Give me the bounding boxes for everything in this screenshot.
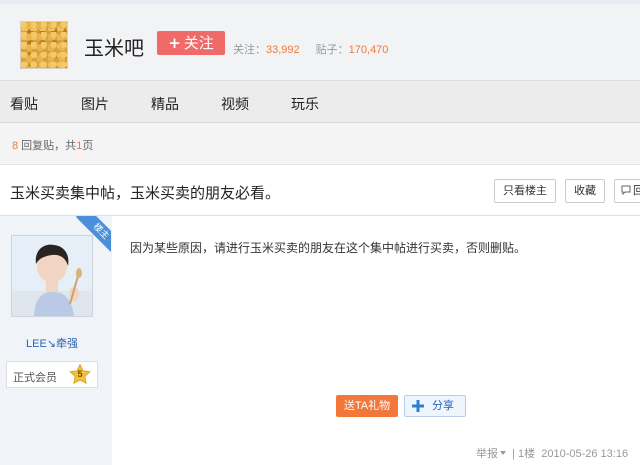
owner-badge: 楼主: [71, 216, 111, 256]
post-content: 因为某些原因，请进行玉米买卖的朋友在这个集中帖进行买卖，否则删贴。: [130, 241, 527, 255]
thread-title-bar: 玉米买卖集中帖，玉米买卖的朋友必看。 只看楼主 收藏 回: [0, 164, 640, 216]
post-footer: 举报 | 1楼 2010-05-26 13:16: [476, 448, 629, 460]
forum-logo[interactable]: [20, 21, 68, 69]
plus-icon: +: [168, 34, 181, 52]
reply-label: 回: [633, 185, 640, 197]
favorite-button[interactable]: 收藏: [565, 179, 605, 203]
reply-summary: 8 回复贴，共1页: [12, 140, 94, 152]
only-owner-button[interactable]: 只看楼主: [494, 179, 556, 203]
nav-item-fun[interactable]: 玩乐: [291, 94, 319, 114]
level-number: 5: [77, 369, 83, 379]
forum-nav: 看贴 图片 精品 视频 玩乐: [0, 80, 640, 123]
posts-count: 170,470: [348, 44, 389, 56]
nav-item-posts[interactable]: 看贴: [10, 94, 38, 114]
posts-label: 贴子：: [315, 44, 349, 56]
owner-badge-label: 楼主: [75, 216, 111, 256]
followers-count: 33,992: [266, 44, 300, 56]
author-name[interactable]: LEE↘牵强: [0, 335, 104, 351]
report-link[interactable]: 举报: [476, 448, 509, 460]
forum-stats: 关注：33,992 贴子：170,470: [233, 41, 388, 57]
followers-label: 关注：: [233, 44, 266, 56]
follow-button[interactable]: + 关注: [157, 31, 225, 55]
nav-item-featured[interactable]: 精品: [151, 94, 179, 114]
thread-title: 玉米买卖集中帖，玉米买卖的朋友必看。: [10, 184, 281, 202]
nav-item-pictures[interactable]: 图片: [81, 94, 109, 114]
floor-number: 1楼: [517, 448, 536, 460]
author-column: 楼主 LEE↘牵强 正式会员 5: [0, 216, 112, 465]
comment-icon: [621, 185, 631, 196]
share-plus-icon: [412, 400, 424, 412]
caret-down-icon: [500, 451, 506, 456]
post-timestamp: 2010-05-26 13:16: [541, 448, 629, 460]
nav-item-videos[interactable]: 视频: [221, 94, 249, 114]
forum-name[interactable]: 玉米吧: [84, 32, 144, 61]
follow-label: 关注: [183, 34, 214, 52]
page-info: 8 回复贴，共1页: [0, 124, 640, 164]
member-level-box: 正式会员 5: [6, 361, 98, 388]
reply-button[interactable]: 回: [614, 179, 640, 203]
member-label: 正式会员: [13, 372, 57, 384]
send-gift-button[interactable]: 送TA礼物: [336, 395, 398, 417]
share-button[interactable]: 分享: [404, 395, 466, 417]
level-badge: 5: [68, 363, 92, 387]
post-floor-1: 楼主 LEE↘牵强 正式会员 5 因为某些原因，请进行玉米买卖的朋友在这个集中帖…: [0, 216, 640, 465]
forum-header: 玉米吧 + 关注 关注：33,992 贴子：170,470: [0, 0, 640, 80]
share-label: 分享: [432, 400, 454, 412]
